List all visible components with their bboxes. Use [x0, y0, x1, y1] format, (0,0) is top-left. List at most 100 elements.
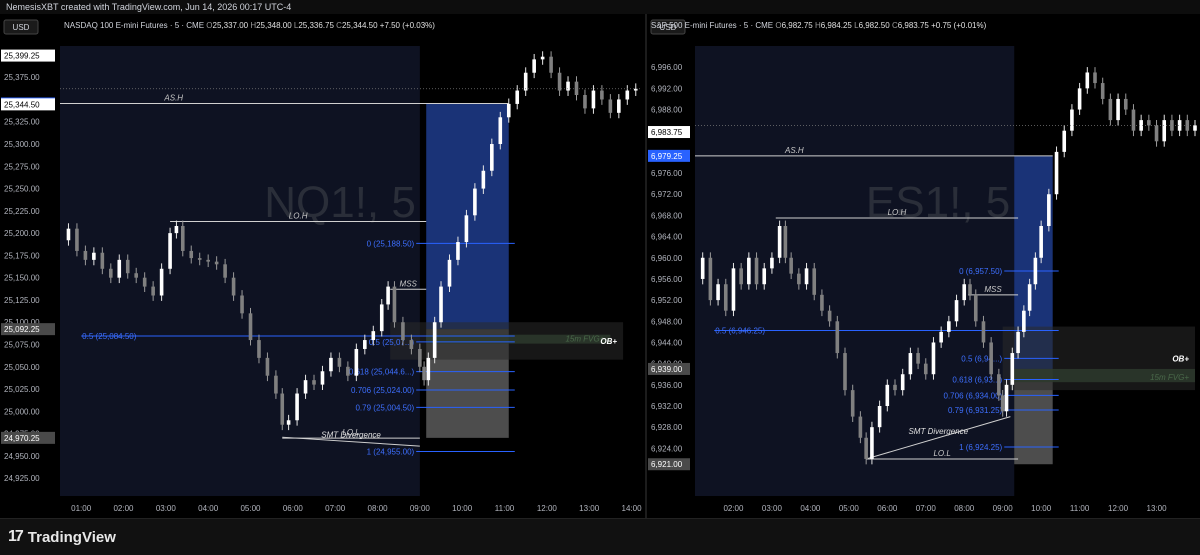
- candle-body: [83, 250, 88, 260]
- y-tick-label: 25,075.00: [4, 341, 40, 350]
- chart-header: S&P 500 E-mini Futures · 5 · CME O6,982.…: [651, 21, 987, 30]
- header-part: 25,344.50: [342, 21, 380, 30]
- x-tick-label: 07:00: [325, 504, 346, 513]
- y-tick-label: 6,972.00: [651, 190, 683, 199]
- candle-body: [549, 56, 553, 73]
- candle-body: [723, 284, 728, 311]
- candle-body: [716, 284, 720, 301]
- candle-body: [189, 250, 194, 259]
- fib-label: 0.5 (25,084.50): [82, 332, 137, 341]
- x-tick-label: 12:00: [1108, 504, 1129, 513]
- candle-body: [1154, 125, 1159, 142]
- y-tick-label: 25,375.00: [4, 73, 40, 82]
- x-tick-label: 05:00: [240, 504, 261, 513]
- candle-body: [125, 259, 130, 274]
- y-tick-label: 24,925.00: [4, 474, 40, 483]
- x-tick-label: 09:00: [993, 504, 1014, 513]
- currency-label: USD: [13, 23, 30, 32]
- header-part: 6,984.25: [821, 21, 854, 30]
- candle-body: [583, 95, 587, 109]
- y-tick-label: 6,932.00: [651, 402, 683, 411]
- candle-body: [600, 90, 604, 100]
- header-part: +7.50 (+0.03%): [380, 21, 435, 30]
- candle-body: [231, 277, 236, 296]
- candle-body: [1116, 98, 1120, 121]
- x-tick-label: 03:00: [762, 504, 783, 513]
- candle-body: [456, 242, 460, 260]
- x-tick-label: 12:00: [537, 504, 558, 513]
- header-part: 25,348.00: [256, 21, 294, 30]
- candle-body: [1147, 120, 1151, 126]
- candle-body: [973, 294, 978, 322]
- y-tick-label: 6,968.00: [651, 211, 683, 220]
- candle-body: [1010, 353, 1015, 385]
- es-chart-panel[interactable]: ES1!, 515m FVG+OB+AS.HLO.HMSSLO.LSMT Div…: [647, 14, 1200, 518]
- price-tag: 6,921.00: [651, 460, 683, 469]
- fib-label: 0.706 (6,934.00): [944, 391, 1003, 400]
- candle-body: [754, 257, 759, 285]
- y-tick-label: 25,200.00: [4, 229, 40, 238]
- x-tick-label: 08:00: [368, 504, 389, 513]
- candle-body: [1039, 226, 1043, 258]
- y-tick-label: 6,952.00: [651, 296, 683, 305]
- fib-label: 0 (6,957.50): [959, 267, 1002, 276]
- fib-label: 1 (24,955.00): [367, 447, 415, 456]
- nq-chart-panel[interactable]: NQ1!, 515m FVG+OB+AS.HLO.HMSSLO.LSMT Div…: [0, 14, 645, 518]
- y-tick-label: 6,956.00: [651, 275, 683, 284]
- candle-body: [939, 331, 943, 343]
- candle-body: [180, 226, 185, 251]
- x-tick-label: 13:00: [1147, 504, 1168, 513]
- candle-body: [747, 257, 751, 285]
- zone-box: [390, 322, 624, 360]
- candle-body: [885, 384, 890, 406]
- y-tick-label: 6,996.00: [651, 63, 683, 72]
- x-tick-label: 06:00: [283, 504, 304, 513]
- session-shade: [60, 46, 420, 496]
- y-tick-label: 6,988.00: [651, 106, 683, 115]
- candle-body: [947, 321, 951, 332]
- fib-label: 0 (25,188.50): [367, 239, 415, 248]
- candle-body: [633, 88, 638, 91]
- candle-body: [1193, 125, 1197, 131]
- es-chart-svg: ES1!, 515m FVG+OB+AS.HLO.HMSSLO.LSMT Div…: [647, 14, 1197, 518]
- y-tick-label: 25,225.00: [4, 207, 40, 216]
- candle-body: [1016, 331, 1020, 354]
- candle-body: [295, 393, 299, 421]
- candle-body: [142, 277, 147, 287]
- nq-chart-svg: NQ1!, 515m FVG+OB+AS.HLO.HMSSLO.LSMT Div…: [0, 14, 643, 518]
- price-tag: 6,939.00: [651, 365, 683, 374]
- y-tick-label: 6,944.00: [651, 338, 683, 347]
- y-tick-label: 6,992.00: [651, 84, 683, 93]
- candle-body: [392, 286, 397, 323]
- candle-body: [893, 384, 897, 391]
- symbol-watermark: NQ1!, 5: [264, 178, 416, 227]
- chart-attribution: NemesisXBT created with TradingView.com,…: [0, 0, 1200, 14]
- chart-header: NASDAQ 100 E-mini Futures · 5 · CME O25,…: [64, 21, 435, 30]
- candle-body: [197, 258, 202, 260]
- candle-body: [850, 390, 855, 417]
- candle-body: [422, 366, 426, 381]
- candle-body: [625, 90, 630, 100]
- candle-body: [168, 233, 172, 269]
- y-tick-label: 6,964.00: [651, 233, 683, 242]
- y-tick-label: 25,300.00: [4, 140, 40, 149]
- fib-label: 0.618 (6,93...): [952, 376, 1002, 385]
- candle-body: [789, 257, 793, 274]
- fib-label: 0.5 (25,07...): [369, 338, 415, 347]
- x-tick-label: 14:00: [622, 504, 643, 513]
- candle-body: [223, 264, 227, 278]
- candle-body: [426, 357, 431, 381]
- price-tag: 25,092.25: [4, 325, 40, 334]
- candle-body: [1123, 98, 1128, 110]
- candle-body: [151, 286, 155, 296]
- candle-body: [532, 59, 536, 73]
- candle-body: [1108, 98, 1113, 121]
- tradingview-logo[interactable]: 17 TradingView: [8, 528, 116, 546]
- candle-body: [783, 226, 788, 258]
- candle-body: [346, 366, 350, 376]
- candle-body: [515, 90, 520, 104]
- fib-label: 0.5 (6,946.25): [715, 327, 765, 336]
- level-label: MSS: [984, 285, 1002, 294]
- candle-body: [827, 310, 832, 322]
- y-tick-label: 25,000.00: [4, 407, 40, 416]
